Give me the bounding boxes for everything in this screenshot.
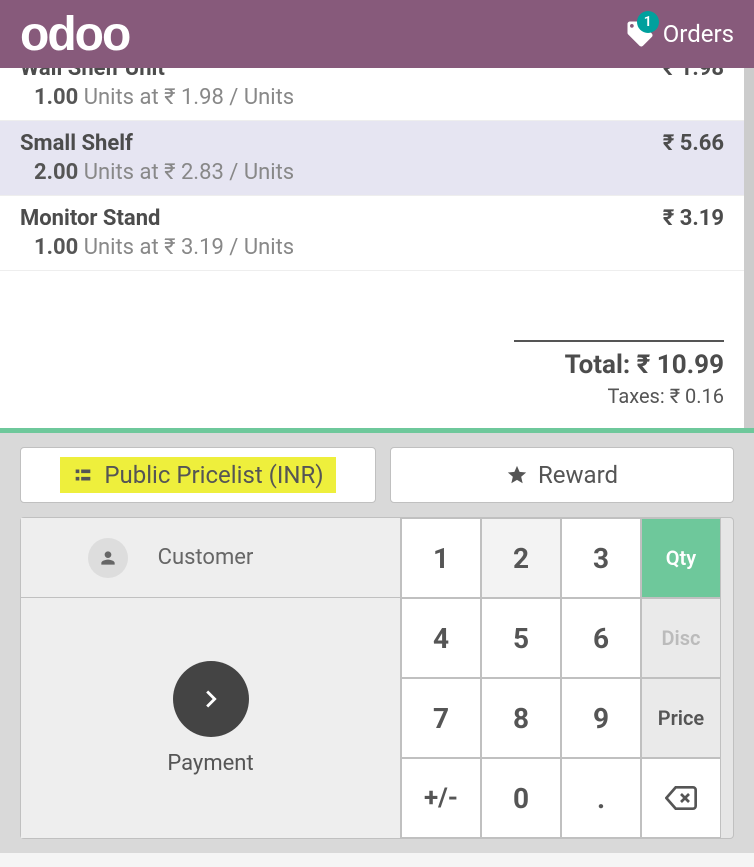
taxes-value: ₹ 0.16 [670,384,724,408]
mode-disc[interactable]: Disc [641,598,721,678]
star-icon [506,464,528,486]
mode-price[interactable]: Price [641,678,721,758]
order-line[interactable]: Wall Shelf Unit ₹ 1.98 1.00 Units at ₹ 1… [0,68,744,121]
numpad-5[interactable]: 5 [481,598,561,678]
orders-label: Orders [663,20,734,48]
pricelist-button[interactable]: Public Pricelist (INR) [20,447,376,503]
total-value: ₹ 10.99 [637,350,724,380]
pricelist-label: Public Pricelist (INR) [104,461,323,489]
actions-panel: Public Pricelist (INR) Reward Customer [0,433,754,853]
pad-area: Customer Payment 1 2 3 Qty 4 5 6 Disc 7 … [20,517,734,839]
backspace-icon [665,782,697,814]
reward-label: Reward [538,461,618,489]
totals-area: Total: ₹ 10.99 Taxes: ₹ 0.16 [514,340,724,408]
numpad-4[interactable]: 4 [401,598,481,678]
order-lines-panel: Wall Shelf Unit ₹ 1.98 1.00 Units at ₹ 1… [0,68,754,428]
numpad-2[interactable]: 2 [481,518,561,598]
item-name: Wall Shelf Unit [20,68,165,81]
numpad-9[interactable]: 9 [561,678,641,758]
numpad-7[interactable]: 7 [401,678,481,758]
numpad-dot[interactable]: . [561,758,641,838]
mode-qty[interactable]: Qty [641,518,721,598]
item-detail: 2.00 Units at ₹ 2.83 / Units [20,160,724,185]
payment-button[interactable]: Payment [21,598,401,838]
numpad-0[interactable]: 0 [481,758,561,838]
order-line[interactable]: Small Shelf ₹ 5.66 2.00 Units at ₹ 2.83 … [0,121,744,196]
numpad-backspace[interactable] [641,758,721,838]
numpad: 1 2 3 Qty 4 5 6 Disc 7 8 9 Price +/- 0 . [401,518,721,838]
taxes-label: Taxes: [608,384,665,408]
price-tag-icon: 1 [625,19,655,49]
top-header: odoo 1 Orders [0,0,754,68]
orders-count-badge: 1 [637,11,659,33]
total-label: Total: [565,350,631,380]
person-icon [88,538,128,578]
payment-label: Payment [167,751,253,776]
chevron-right-icon [173,661,249,737]
item-price: ₹ 5.66 [663,131,724,156]
numpad-8[interactable]: 8 [481,678,561,758]
item-detail: 1.00 Units at ₹ 3.19 / Units [20,235,724,260]
item-price: ₹ 1.98 [663,68,724,81]
order-line[interactable]: Monitor Stand ₹ 3.19 1.00 Units at ₹ 3.1… [0,196,744,271]
logo-text: odoo [20,7,129,62]
logo: odoo [20,7,129,62]
reward-button[interactable]: Reward [390,447,734,503]
list-icon [72,464,94,486]
numpad-6[interactable]: 6 [561,598,641,678]
numpad-3[interactable]: 3 [561,518,641,598]
numpad-sign[interactable]: +/- [401,758,481,838]
item-price: ₹ 3.19 [663,206,724,231]
orders-button[interactable]: 1 Orders [625,19,734,49]
numpad-1[interactable]: 1 [401,518,481,598]
item-name: Small Shelf [20,131,133,156]
item-detail: 1.00 Units at ₹ 1.98 / Units [20,85,724,110]
customer-label: Customer [158,545,254,570]
customer-button[interactable]: Customer [21,518,401,598]
item-name: Monitor Stand [20,206,160,231]
